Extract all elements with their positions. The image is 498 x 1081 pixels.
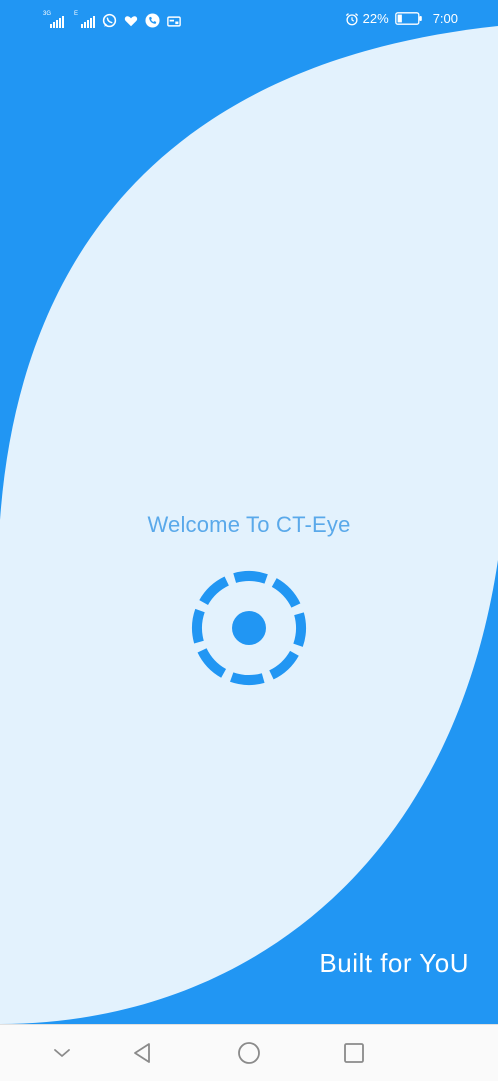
collapse-button[interactable] <box>48 1039 76 1067</box>
whatsapp-icon <box>102 13 117 28</box>
back-icon <box>134 1043 150 1063</box>
recents-icon <box>344 1043 364 1063</box>
home-icon <box>238 1042 260 1064</box>
battery-percent: 22% <box>362 11 389 26</box>
signal-icon: 3G <box>43 11 64 28</box>
navigation-bar <box>0 1024 498 1081</box>
back-button[interactable] <box>128 1039 156 1067</box>
status-right-icons: 22% 7:00 <box>345 11 458 26</box>
phone-icon <box>145 13 160 28</box>
clock-time: 7:00 <box>432 11 458 26</box>
card-icon <box>167 16 181 27</box>
status-left-icons: 3G E <box>43 10 181 28</box>
tagline-text: Built for YoU <box>319 948 469 978</box>
home-button[interactable] <box>235 1039 263 1067</box>
collapse-icon <box>54 1049 70 1057</box>
battery-icon <box>394 12 422 25</box>
status-bar: 3G E 22% 7:00 <box>0 0 498 38</box>
heart-icon <box>124 16 138 27</box>
eye-target-icon <box>192 571 306 685</box>
alarm-icon <box>345 12 358 25</box>
welcome-text: Welcome To CT-Eye <box>147 512 351 537</box>
recents-button[interactable] <box>340 1039 368 1067</box>
signal-icon: E <box>74 11 95 28</box>
